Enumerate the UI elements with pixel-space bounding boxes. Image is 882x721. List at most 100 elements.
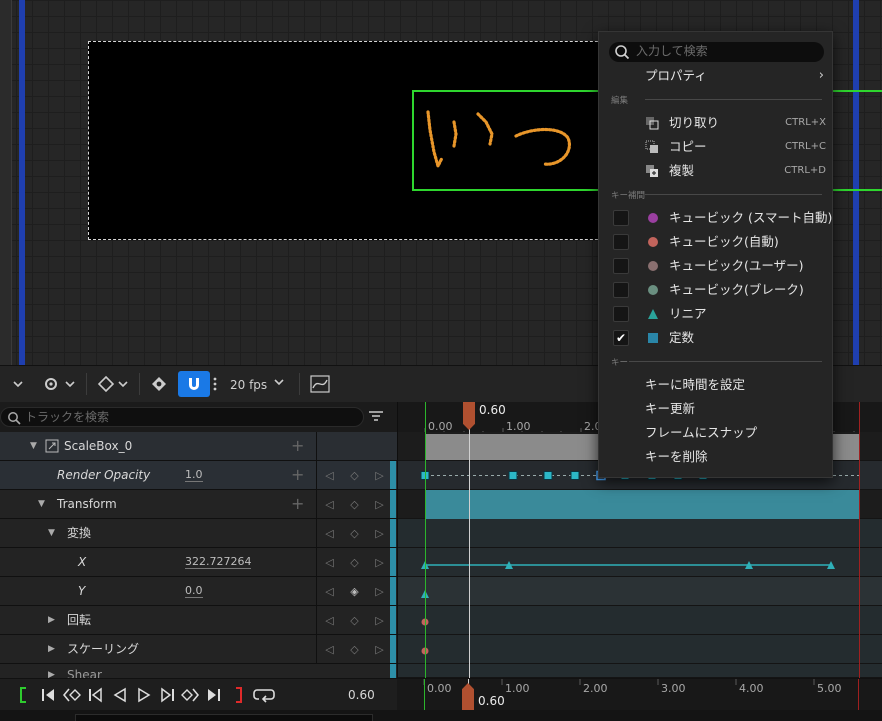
- checkbox-checked[interactable]: ✔: [613, 330, 629, 346]
- next-key-icon[interactable]: ▷: [375, 643, 383, 656]
- track-row-scalebox[interactable]: ▼ ScaleBox_0 +: [0, 432, 397, 461]
- chevron-down-icon: [65, 381, 75, 388]
- play-reverse-icon[interactable]: [112, 687, 128, 703]
- prev-key-icon[interactable]: ◁: [325, 614, 333, 627]
- menu-item-set-key-time[interactable]: キーに時間を設定: [599, 373, 834, 397]
- track-value[interactable]: 322.727264: [185, 556, 252, 569]
- add-track-icon[interactable]: +: [291, 494, 304, 513]
- next-key-icon[interactable]: ▷: [375, 614, 383, 627]
- add-key-icon[interactable]: ◇: [350, 527, 358, 540]
- expand-arrow-icon[interactable]: ▶: [48, 606, 55, 634]
- track-row-translation[interactable]: ▼ 変換 ◁ ◇ ▷: [0, 519, 397, 548]
- track-search-row: トラックを検索: [0, 402, 397, 432]
- next-key-icon[interactable]: ▷: [375, 527, 383, 540]
- fps-dropdown[interactable]: 20 fps: [230, 377, 287, 392]
- step-back-icon[interactable]: [87, 687, 103, 703]
- tick-label: 5.00: [817, 682, 842, 695]
- checkbox[interactable]: [613, 234, 629, 250]
- add-key-icon[interactable]: ◇: [350, 498, 358, 511]
- add-track-icon[interactable]: +: [291, 465, 304, 484]
- track-value[interactable]: 0.0: [185, 585, 203, 598]
- next-key-icon[interactable]: ▷: [375, 498, 383, 511]
- menu-item-interp-constant[interactable]: ✔ 定数: [599, 326, 834, 350]
- next-key-icon[interactable]: ▷: [375, 585, 383, 598]
- next-key-icon[interactable]: [181, 687, 199, 703]
- menu-item-snap-to-frame[interactable]: フレームにスナップ: [599, 421, 834, 445]
- checkbox[interactable]: [613, 282, 629, 298]
- expand-arrow-icon[interactable]: ▼: [38, 490, 45, 518]
- expand-arrow-icon[interactable]: ▶: [48, 664, 55, 678]
- track-row-transform[interactable]: ▼ Transform + ◁ ◇ ▷: [0, 490, 397, 519]
- prev-key-icon[interactable]: ◁: [325, 643, 333, 656]
- checkbox[interactable]: [613, 306, 629, 322]
- key-navigation: ◁ ◈ ▷: [316, 577, 392, 605]
- menu-item-properties[interactable]: プロパティ ›: [599, 64, 834, 88]
- track-search-input[interactable]: トラックを検索: [0, 407, 364, 427]
- auto-key-button[interactable]: [144, 372, 174, 396]
- add-key-icon[interactable]: ◈: [350, 585, 358, 598]
- add-track-icon[interactable]: +: [291, 436, 304, 455]
- prev-key-icon[interactable]: [63, 687, 81, 703]
- add-track-dropdown[interactable]: [0, 372, 36, 396]
- track-row-shear[interactable]: ▶ Shear: [0, 664, 397, 678]
- snap-toggle-button[interactable]: [178, 371, 210, 397]
- next-key-icon[interactable]: ▷: [375, 469, 383, 482]
- prev-key-icon[interactable]: ◁: [325, 469, 333, 482]
- menu-search-input[interactable]: 入力して検索: [609, 42, 824, 62]
- scale-keys: [421, 647, 429, 655]
- prev-key-icon[interactable]: ◁: [325, 585, 333, 598]
- range-end-bracket-icon[interactable]: [234, 687, 244, 703]
- menu-item-copy[interactable]: コピー CTRL+C: [599, 135, 834, 159]
- checkbox[interactable]: [613, 258, 629, 274]
- menu-item-delete-key[interactable]: キーを削除: [599, 445, 834, 469]
- track-color-strip: [390, 519, 396, 547]
- filter-icon[interactable]: [368, 410, 384, 424]
- jump-to-end-icon[interactable]: [206, 687, 222, 703]
- playback-range-start[interactable]: [425, 402, 426, 678]
- add-key-icon[interactable]: ◇: [350, 469, 358, 482]
- track-value[interactable]: 1.0: [185, 469, 203, 482]
- track-label: 回転: [67, 613, 92, 627]
- expand-arrow-icon[interactable]: ▼: [48, 519, 55, 547]
- track-row-render-opacity[interactable]: Render Opacity 1.0 + ◁ ◇ ▷: [0, 461, 397, 490]
- jump-to-start-icon[interactable]: [40, 687, 56, 703]
- menu-item-interp-linear[interactable]: リニア: [599, 302, 834, 326]
- menu-item-duplicate[interactable]: 複製 CTRL+D: [599, 159, 834, 183]
- step-forward-icon[interactable]: [160, 687, 176, 703]
- expand-arrow-icon[interactable]: ▼: [30, 432, 37, 460]
- section-bar-transform[interactable]: [425, 490, 859, 520]
- track-row-y[interactable]: Y 0.0 ◁ ◈ ▷: [0, 577, 397, 606]
- transform-settings-dropdown[interactable]: [36, 372, 82, 396]
- checkbox[interactable]: [613, 210, 629, 226]
- curve-editor-button[interactable]: [304, 372, 336, 396]
- search-icon: [8, 412, 21, 425]
- bottom-time-ruler[interactable]: 0.00 1.00 2.00 3.00 4.00 5.00 0.60: [397, 678, 882, 711]
- add-key-icon[interactable]: ◇: [350, 614, 358, 627]
- prev-key-icon[interactable]: ◁: [325, 556, 333, 569]
- menu-item-interp-break[interactable]: キュービック(ブレーク): [599, 278, 834, 302]
- playback-range-end[interactable]: [859, 402, 860, 678]
- menu-item-interp-auto[interactable]: キュービック(自動): [599, 230, 834, 254]
- menu-item-interp-user[interactable]: キュービック(ユーザー): [599, 254, 834, 278]
- play-icon[interactable]: [136, 687, 152, 703]
- expand-arrow-icon[interactable]: ▶: [48, 635, 55, 663]
- next-key-icon[interactable]: ▷: [375, 556, 383, 569]
- menu-item-rekey[interactable]: キー更新: [599, 397, 834, 421]
- add-key-icon[interactable]: ◇: [350, 556, 358, 569]
- menu-item-interp-smart-auto[interactable]: キュービック (スマート自動): [599, 206, 834, 230]
- track-row-x[interactable]: X 322.727264 ◁ ◇ ▷: [0, 548, 397, 577]
- menu-item-cut[interactable]: 切り取り CTRL+X: [599, 111, 834, 135]
- range-start-bracket-icon[interactable]: [18, 687, 28, 703]
- track-row-rotation[interactable]: ▶ 回転 ◁ ◇ ▷: [0, 606, 397, 635]
- playhead-handle-bottom[interactable]: [462, 683, 474, 711]
- add-key-icon[interactable]: ◇: [350, 643, 358, 656]
- track-row-scale[interactable]: ▶ スケーリング ◁ ◇ ▷: [0, 635, 397, 664]
- loop-icon[interactable]: [253, 687, 275, 703]
- key-type-dropdown[interactable]: [91, 372, 135, 396]
- snap-options-button[interactable]: [210, 372, 220, 396]
- menu-item-label: キーを削除: [645, 449, 708, 464]
- current-time-display[interactable]: 0.60: [348, 688, 375, 702]
- prev-key-icon[interactable]: ◁: [325, 527, 333, 540]
- prev-key-icon[interactable]: ◁: [325, 498, 333, 511]
- status-input-field[interactable]: [75, 714, 373, 721]
